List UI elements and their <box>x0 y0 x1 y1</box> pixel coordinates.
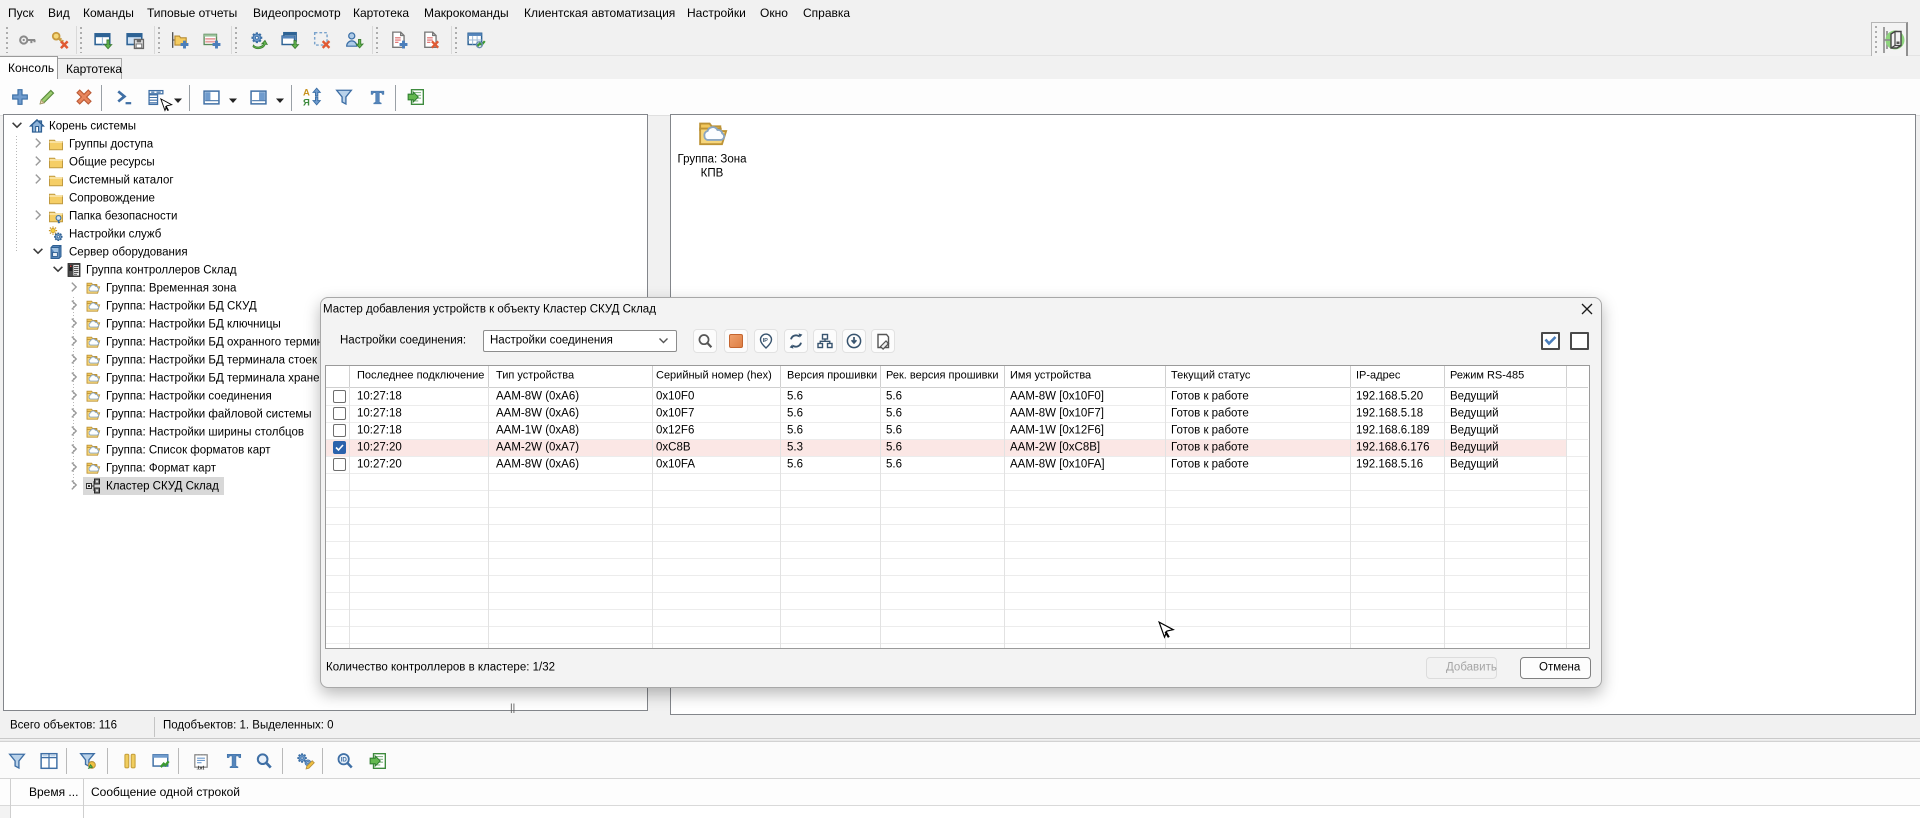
svg-text:.txt: .txt <box>197 765 205 771</box>
svg-text:IP: IP <box>763 338 769 344</box>
svg-text:Я: Я <box>303 97 310 108</box>
svg-text:ID: ID <box>341 757 348 764</box>
